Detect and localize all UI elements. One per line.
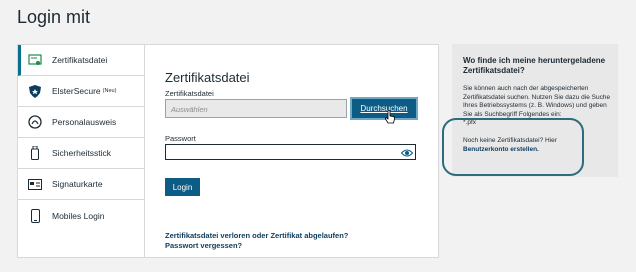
usb-stick-icon [28,146,42,160]
login-method-nav: Zertifikatsdatei ElsterSecure (Neu) Perso… [18,45,145,257]
login-button[interactable]: Login [165,178,200,196]
new-badge: (Neu) [102,88,117,94]
highlight-ring [442,118,584,176]
certificate-icon [28,53,42,67]
hand-cursor-icon [384,110,396,124]
nav-item-mobiles-login[interactable]: Mobiles Login [18,200,144,231]
file-label: Zertifikatsdatei [165,89,214,98]
shield-icon [28,84,42,98]
lost-certificate-link[interactable]: Zertifikatsdatei verloren oder Zertifika… [165,231,348,240]
file-input[interactable]: Auswählen [165,99,347,118]
id-card-icon [28,115,42,129]
password-input[interactable] [165,144,416,160]
nav-item-signaturkarte[interactable]: Signaturkarte [18,169,144,200]
password-label: Passwort [165,134,196,143]
nav-item-sicherheitsstick[interactable]: Sicherheitsstick [18,138,144,169]
help-title: Wo finde ich meine heruntergeladene Zert… [463,56,606,75]
smartphone-icon [28,208,42,223]
nav-item-personalausweis[interactable]: Personalausweis [18,107,144,138]
signature-card-icon [28,177,42,191]
login-card: Zertifikatsdatei ElsterSecure (Neu) Perso… [17,44,439,258]
show-password-eye-icon[interactable] [400,146,414,158]
forgot-password-link[interactable]: Passwort vergessen? [165,241,242,250]
nav-item-label: Zertifikatsdatei [52,55,108,65]
nav-item-label: Personalausweis [52,117,117,127]
nav-item-label: Sicherheitsstick [52,148,112,158]
nav-item-elstersecure[interactable]: ElsterSecure (Neu) [18,76,144,107]
nav-item-label: ElsterSecure [52,86,101,96]
form-title: Zertifikatsdatei [165,70,250,85]
nav-item-zertifikatsdatei[interactable]: Zertifikatsdatei [18,45,144,76]
nav-item-label: Mobiles Login [52,210,105,221]
nav-item-label: Signaturkarte [52,179,103,189]
page-title: Login mit [17,7,91,27]
help-description: Sie können auch nach der abgespeicherten… [463,85,611,118]
